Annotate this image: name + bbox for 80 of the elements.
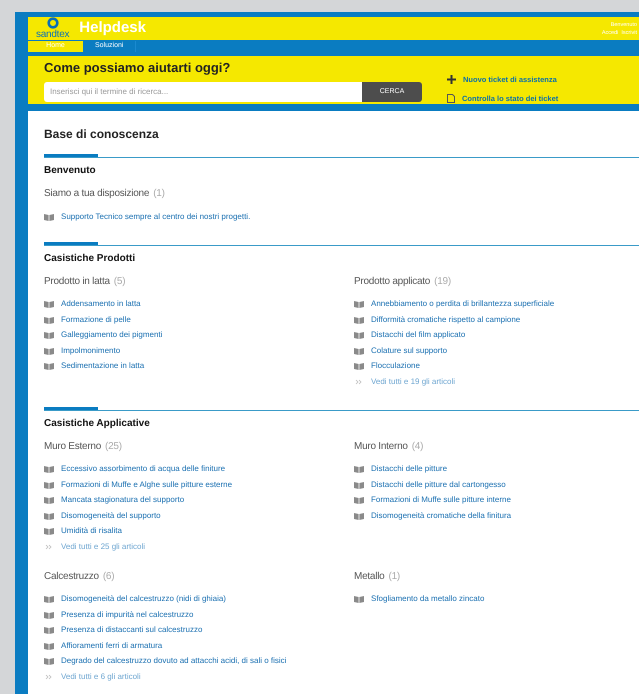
- book-icon: [44, 362, 54, 370]
- article-count: (1): [388, 570, 400, 584]
- article-link[interactable]: Colature sul supporto: [371, 344, 448, 357]
- double-chevron-icon: [354, 378, 364, 385]
- article-count: (19): [434, 274, 451, 288]
- article-link[interactable]: Formazioni di Muffe e Alghe sulle pitture esterne: [61, 478, 232, 491]
- logo-ring-icon: [46, 17, 59, 29]
- brand-logo: sandtex: [36, 29, 70, 40]
- article-link[interactable]: Formazioni di Muffe sulle pitture interne: [371, 494, 511, 506]
- book-icon: [44, 346, 54, 355]
- article-link[interactable]: Eccessivo assorbimento di acqua delle finiture: [61, 463, 226, 476]
- category-title[interactable]: Metallo: [354, 568, 384, 584]
- article-link[interactable]: Sedimentazione in latta: [61, 360, 144, 372]
- article-link[interactable]: Mancata stagionatura del supporto: [61, 494, 184, 506]
- category-title[interactable]: Muro Interno: [354, 438, 408, 454]
- category-title[interactable]: Muro Esterno: [44, 438, 102, 454]
- book-icon: [44, 300, 54, 308]
- page-heading: Base di conoscenza: [44, 126, 159, 143]
- article-link[interactable]: Formazione di pelle: [61, 314, 131, 326]
- category-title[interactable]: Prodotto applicato: [354, 274, 430, 288]
- article-link[interactable]: Presenza di impurità nel calcestruzzo: [61, 608, 194, 621]
- document-icon: [447, 94, 455, 103]
- article-link[interactable]: Affioramenti ferri di armatura: [61, 640, 162, 652]
- book-icon: [354, 480, 364, 489]
- article-count: (5): [114, 274, 126, 288]
- article-link[interactable]: Galleggiamento dei pigmenti: [61, 329, 162, 342]
- article-link[interactable]: Flocculazione: [371, 360, 420, 372]
- section-title: Benvenuto: [44, 164, 96, 178]
- article-link[interactable]: Addensamento in latta: [61, 298, 141, 310]
- book-icon: [44, 496, 54, 504]
- double-chevron-icon: [44, 544, 54, 550]
- double-chevron-icon: [44, 674, 54, 680]
- app-title: Helpdesk: [79, 18, 146, 38]
- book-icon: [44, 527, 54, 536]
- article-link[interactable]: Umidità di risalita: [61, 525, 122, 538]
- article-link[interactable]: Sfogliamento da metallo zincato: [371, 593, 484, 606]
- article-link[interactable]: Distacchi delle pitture: [371, 463, 448, 476]
- book-icon: [44, 512, 54, 520]
- search-heading: Come possiamo aiutarti oggi?: [44, 58, 232, 77]
- article-count: (1): [153, 187, 165, 201]
- book-icon: [44, 610, 54, 619]
- category-title[interactable]: Prodotto in latta: [44, 274, 110, 288]
- book-icon: [44, 465, 54, 474]
- book-icon: [44, 331, 54, 340]
- article-link[interactable]: Distacchi delle pitture dal cartongesso: [371, 478, 506, 491]
- category-title[interactable]: Siamo a tua disposizione: [44, 186, 150, 201]
- book-icon: [44, 642, 54, 650]
- article-count: (4): [412, 440, 424, 454]
- article-count: (6): [102, 570, 114, 584]
- section-title: Casistiche Applicative: [44, 416, 150, 430]
- book-icon: [44, 626, 54, 634]
- article-link[interactable]: Disomogeneità del supporto: [61, 510, 161, 522]
- article-link[interactable]: Impolmonimento: [61, 344, 120, 357]
- section-title: Casistiche Prodotti: [44, 252, 136, 266]
- book-icon: [44, 480, 54, 489]
- article-count: (25): [105, 440, 122, 454]
- book-icon: [354, 300, 364, 308]
- article-link[interactable]: Supporto Tecnico sempre al centro dei nostri progetti.: [61, 210, 250, 223]
- book-icon: [354, 512, 364, 520]
- category-title[interactable]: Calcestruzzo: [44, 568, 99, 584]
- book-icon: [44, 657, 54, 666]
- article-link[interactable]: Degrado del calcestruzzo dovuto ad attacchi acidi, di sali o fisici: [61, 655, 286, 668]
- article-link[interactable]: Disomogeneità cromatiche della finitura: [371, 510, 512, 522]
- article-link[interactable]: Difformità cromatiche rispetto al campione: [371, 314, 520, 326]
- book-icon: [354, 331, 364, 340]
- book-icon: [44, 212, 54, 221]
- book-icon: [354, 316, 364, 324]
- article-link[interactable]: Disomogeneità del calcestruzzo (nidi di ghiaia): [61, 593, 226, 606]
- book-icon: [354, 362, 364, 370]
- book-icon: [354, 346, 364, 355]
- book-icon: [44, 595, 54, 604]
- plus-icon: [447, 74, 456, 84]
- book-icon: [44, 316, 54, 324]
- book-icon: [354, 465, 364, 474]
- article-link[interactable]: Annebbiamento o perdita di brillantezza superficiale: [371, 298, 554, 310]
- search-field[interactable]: Inserisci qui il termine di ricerca...: [44, 82, 362, 102]
- book-icon: [354, 496, 364, 504]
- book-icon: [354, 595, 364, 604]
- article-link[interactable]: Presenza di distaccanti sul calcestruzzo: [61, 624, 202, 636]
- article-link[interactable]: Distacchi del film applicato: [371, 329, 466, 342]
